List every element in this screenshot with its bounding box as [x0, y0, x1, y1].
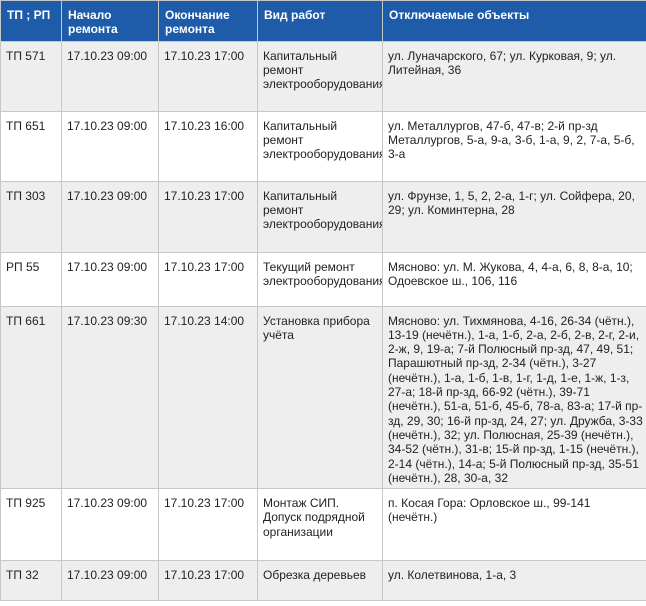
cell-end: 17.10.23 17:00	[158, 180, 258, 253]
table-row: ТП 571 17.10.23 09:00 17.10.23 17:00 Кап…	[0, 40, 646, 112]
header-row: ТП ; РП Начало ремонта Окончание ремонта…	[0, 0, 646, 42]
cell-work-type: Обрезка деревьев	[257, 560, 383, 602]
table-row: ТП 651 17.10.23 09:00 17.10.23 16:00 Кап…	[0, 110, 646, 182]
cell-substation: ТП 32	[0, 560, 62, 602]
cell-substation: ТП 661	[0, 305, 62, 490]
cell-work-type: Текущий ремонт электрооборудования	[257, 251, 383, 307]
cell-start: 17.10.23 09:30	[61, 305, 159, 490]
header-work-type: Вид работ	[257, 0, 383, 42]
cell-work-type: Капитальный ремонт электрооборудования	[257, 180, 383, 253]
cell-start: 17.10.23 09:00	[61, 180, 159, 253]
cell-substation: ТП 925	[0, 488, 62, 562]
cell-work-type: Капитальный ремонт электрооборудования	[257, 110, 383, 182]
cell-end: 17.10.23 17:00	[158, 560, 258, 602]
header-objects: Отключаемые объекты	[382, 0, 646, 42]
table-row: ТП 32 17.10.23 09:00 17.10.23 17:00 Обре…	[0, 560, 646, 602]
cell-start: 17.10.23 09:00	[61, 488, 159, 562]
cell-work-type: Установка прибора учёта	[257, 305, 383, 490]
cell-objects: п. Косая Гора: Орловское ш., 99-141 (неч…	[382, 488, 646, 562]
header-end: Окончание ремонта	[158, 0, 258, 42]
cell-objects: Мясново: ул. М. Жукова, 4, 4-а, 6, 8, 8-…	[382, 251, 646, 307]
cell-objects: ул. Фрунзе, 1, 5, 2, 2-а, 1-г; ул. Сойфе…	[382, 180, 646, 253]
cell-start: 17.10.23 09:00	[61, 251, 159, 307]
cell-end: 17.10.23 17:00	[158, 251, 258, 307]
header-substation: ТП ; РП	[0, 0, 62, 42]
cell-substation: ТП 571	[0, 40, 62, 112]
table-row: ТП 303 17.10.23 09:00 17.10.23 17:00 Кап…	[0, 180, 646, 253]
cell-start: 17.10.23 09:00	[61, 110, 159, 182]
cell-start: 17.10.23 09:00	[61, 40, 159, 112]
outage-table: ТП ; РП Начало ремонта Окончание ремонта…	[0, 0, 646, 602]
table-row: ТП 925 17.10.23 09:00 17.10.23 17:00 Мон…	[0, 488, 646, 562]
cell-end: 17.10.23 17:00	[158, 40, 258, 112]
cell-end: 17.10.23 17:00	[158, 488, 258, 562]
cell-objects: ул. Колетвинова, 1-а, 3	[382, 560, 646, 602]
cell-objects: ул. Металлургов, 47-б, 47-в; 2-й пр-зд М…	[382, 110, 646, 182]
cell-end: 17.10.23 14:00	[158, 305, 258, 490]
cell-substation: ТП 303	[0, 180, 62, 253]
cell-work-type: Монтаж СИП. Допуск подрядной организации	[257, 488, 383, 562]
header-start: Начало ремонта	[61, 0, 159, 42]
cell-start: 17.10.23 09:00	[61, 560, 159, 602]
cell-substation: ТП 651	[0, 110, 62, 182]
cell-substation: РП 55	[0, 251, 62, 307]
cell-objects: ул. Луначарского, 67; ул. Курковая, 9; у…	[382, 40, 646, 112]
cell-work-type: Капитальный ремонт электрооборудования	[257, 40, 383, 112]
table-row: РП 55 17.10.23 09:00 17.10.23 17:00 Теку…	[0, 251, 646, 307]
cell-objects: Мясново: ул. Тихмянова, 4-16, 26-34 (чёт…	[382, 305, 646, 490]
cell-end: 17.10.23 16:00	[158, 110, 258, 182]
table-row: ТП 661 17.10.23 09:30 17.10.23 14:00 Уст…	[0, 305, 646, 490]
